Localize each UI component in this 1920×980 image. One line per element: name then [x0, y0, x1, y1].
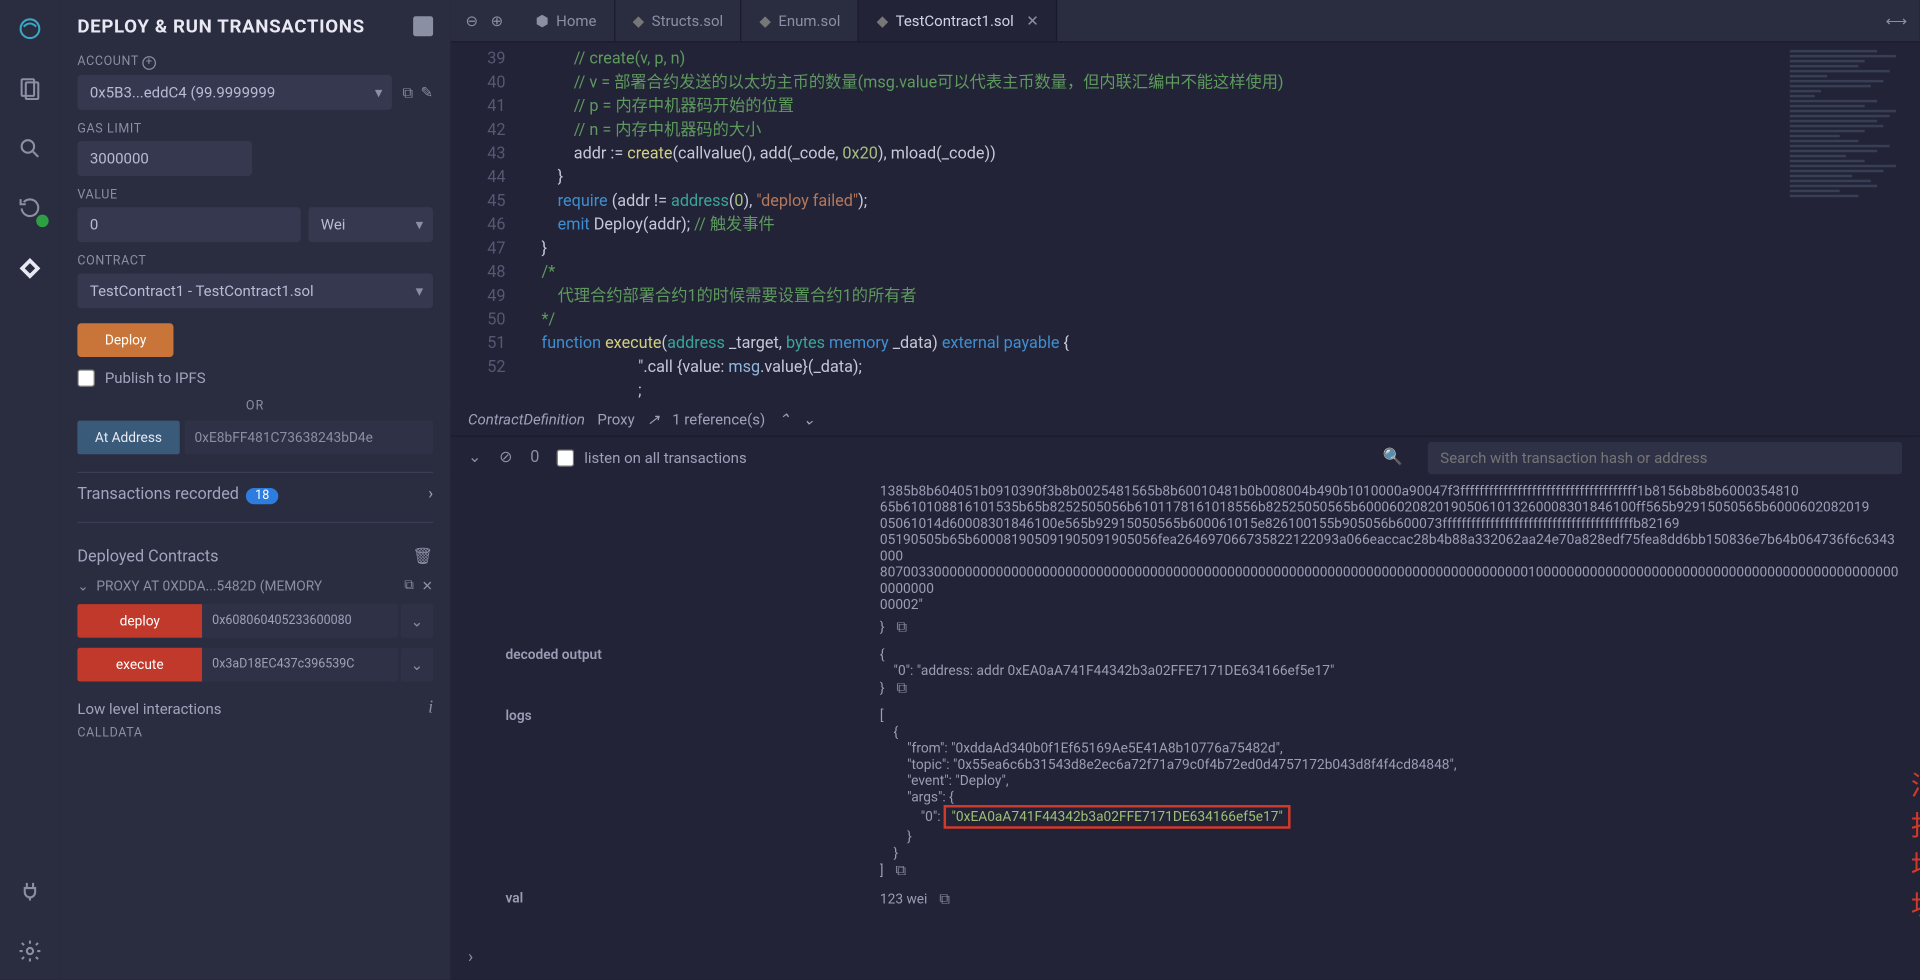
code-content[interactable]: // create(v, p, n) // v = 部署合约发送的以太坊主币的数… — [525, 42, 1919, 403]
close-contract-icon[interactable]: ✕ — [422, 577, 434, 593]
trash-icon[interactable]: 🗑 — [412, 548, 433, 567]
deploy-fn-input[interactable] — [202, 604, 398, 638]
settings-icon[interactable] — [14, 935, 46, 967]
deployed-contracts-title: Deployed Contracts — [77, 548, 218, 567]
collapse-terminal-icon[interactable]: ⌄ — [468, 448, 482, 467]
tx-count-badge: 18 — [246, 488, 278, 504]
breadcrumb-def: ContractDefinition — [468, 411, 585, 428]
info-icon[interactable]: i — [428, 699, 433, 719]
decoded-output-label: decoded output — [505, 647, 879, 663]
code-editor[interactable]: 3940414243444546474849505152 // create(v… — [451, 42, 1920, 403]
pending-tx-count: 0 — [530, 448, 539, 467]
listen-checkbox[interactable]: listen on all transactions — [557, 449, 747, 466]
tab-home[interactable]: ⬢Home — [518, 0, 615, 41]
tab-strip: ⊖ ⊕ ⬢Home ◆Structs.sol ◆Enum.sol ◆TestCo… — [451, 0, 1920, 42]
execute-fn-input[interactable] — [202, 648, 398, 682]
tx-recorded-toggle[interactable]: Transactions recorded18 › — [77, 486, 433, 505]
gaslimit-label: GAS LIMIT — [77, 122, 433, 136]
account-select[interactable] — [77, 75, 392, 110]
account-plus-icon[interactable]: + — [142, 56, 156, 70]
logs-content: [ { "from": "0xddaAd340b0f1Ef65169Ae5E41… — [880, 708, 1902, 880]
breadcrumb-name: Proxy — [597, 411, 634, 428]
at-address-button[interactable]: At Address — [77, 421, 179, 455]
contract-label: CONTRACT — [77, 255, 433, 269]
zoom-in-icon[interactable]: ⊕ — [491, 12, 504, 29]
down-icon[interactable]: ⌄ — [803, 411, 816, 428]
close-tab-icon[interactable]: ✕ — [1026, 12, 1039, 29]
at-address-input[interactable] — [184, 421, 433, 455]
deploy-fn-button[interactable]: deploy — [77, 604, 202, 638]
breadcrumb-refs[interactable]: 1 reference(s) — [672, 411, 765, 428]
external-annotation: 汇报地址 — [1911, 764, 1920, 924]
contract-select[interactable] — [77, 273, 433, 308]
publish-ipfs-checkbox[interactable]: Publish to IPFS — [77, 369, 433, 386]
execute-fn-expand[interactable]: ⌄ — [401, 648, 433, 682]
copy-icon[interactable]: ⧉ — [939, 890, 950, 907]
deploy-run-icon[interactable] — [14, 252, 46, 284]
deployed-address-highlight: "0xEA0aA741F44342b3a02FFE7171DE634166ef5… — [944, 805, 1290, 829]
low-level-title: Low level interactions — [77, 700, 221, 717]
calldata-label: CALLDATA — [77, 726, 433, 740]
tab-structs[interactable]: ◆Structs.sol — [615, 0, 742, 41]
terminal-toolbar: ⌄ ⊘ 0 listen on all transactions 🔍 — [451, 436, 1920, 478]
edit-account-icon[interactable]: ✎ — [421, 83, 434, 102]
home-icon: ⬢ — [536, 12, 549, 29]
terminal-output[interactable]: 1385b8b604051b0910390f3b8b0025481565b8b6… — [451, 478, 1920, 980]
or-divider: OR — [77, 399, 433, 413]
deployed-contract-item[interactable]: ⌄ PROXY AT 0XDDA...5482D (MEMORY ⧉ ✕ — [77, 577, 433, 594]
deploy-fn-expand[interactable]: ⌄ — [401, 604, 433, 638]
share-icon[interactable]: ↗ — [647, 411, 660, 428]
terminal-prompt-icon[interactable]: › — [468, 947, 473, 967]
gaslimit-input[interactable] — [77, 141, 252, 176]
val-label: val — [505, 890, 879, 906]
search-terminal-icon[interactable]: 🔍 — [1383, 448, 1403, 467]
search-icon[interactable] — [14, 132, 46, 164]
breadcrumb-bar: ContractDefinition Proxy ↗ 1 reference(s… — [451, 403, 1920, 435]
chevron-right-icon: › — [428, 486, 433, 505]
terminal-search-input[interactable] — [1428, 441, 1902, 473]
panel-title: DEPLOY & RUN TRANSACTIONS — [77, 15, 364, 37]
copy-account-icon[interactable]: ⧉ — [402, 83, 413, 102]
zoom-out-icon[interactable]: ⊖ — [466, 12, 479, 29]
value-unit-select[interactable] — [308, 207, 433, 242]
deploy-panel: DEPLOY & RUN TRANSACTIONS ACCOUNT + ⧉ ✎ … — [60, 0, 451, 980]
solidity-icon: ◆ — [877, 12, 889, 29]
account-label: ACCOUNT — [77, 55, 138, 69]
main-area: ⊖ ⊕ ⬢Home ◆Structs.sol ◆Enum.sol ◆TestCo… — [451, 0, 1920, 980]
remix-logo-icon[interactable] — [14, 12, 46, 44]
input-blob: 1385b8b604051b0910390f3b8b0025481565b8b6… — [880, 483, 1902, 613]
value-label: VALUE — [77, 188, 433, 202]
value-amount-input[interactable] — [77, 207, 300, 242]
icon-sidebar — [0, 0, 60, 980]
tab-enum[interactable]: ◆Enum.sol — [742, 0, 859, 41]
logs-label: logs — [505, 708, 879, 724]
clear-terminal-icon[interactable]: ⊘ — [499, 448, 513, 467]
solidity-icon: ◆ — [633, 12, 645, 29]
plugin-manager-icon[interactable] — [14, 875, 46, 907]
copy-address-icon[interactable]: ⧉ — [404, 577, 414, 594]
deploy-button[interactable]: Deploy — [77, 323, 173, 357]
expand-editor-icon[interactable]: ⟷ — [1873, 12, 1919, 29]
solidity-icon: ◆ — [759, 12, 771, 29]
up-icon[interactable]: ⌃ — [778, 411, 791, 428]
tab-testcontract1[interactable]: ◆TestContract1.sol✕ — [859, 0, 1057, 41]
compiler-icon[interactable] — [14, 192, 46, 224]
copy-icon[interactable]: ⧉ — [896, 679, 907, 696]
file-explorer-icon[interactable] — [14, 72, 46, 104]
execute-fn-button[interactable]: execute — [77, 648, 202, 682]
copy-icon[interactable]: ⧉ — [895, 861, 906, 878]
panel-swap-icon[interactable] — [413, 16, 433, 36]
chevron-down-icon: ⌄ — [77, 577, 89, 593]
copy-icon[interactable]: ⧉ — [896, 618, 907, 635]
line-gutter: 3940414243444546474849505152 — [451, 42, 526, 403]
